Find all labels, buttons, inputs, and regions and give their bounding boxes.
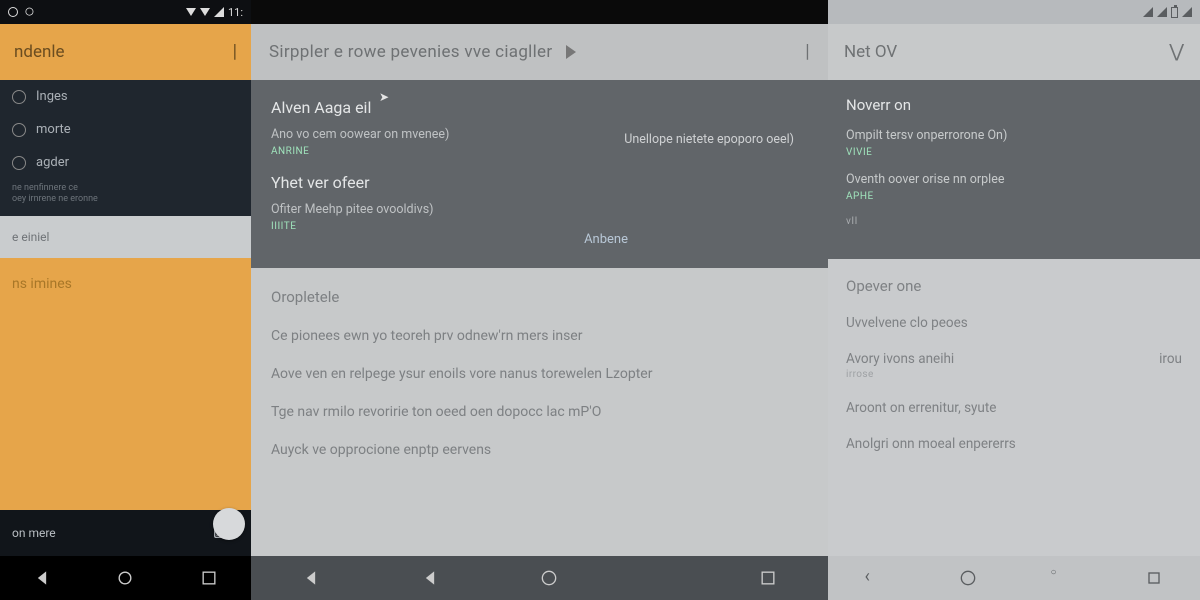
nav-back-icon[interactable] <box>32 568 52 588</box>
list-item[interactable]: Avory ivons aneihi irrose irou <box>846 351 1182 380</box>
card-title: Noverr on <box>846 96 1182 114</box>
nav-back-icon[interactable] <box>301 568 321 588</box>
dialog-status-tag: IIIITE <box>271 221 808 232</box>
list-item-label: Uvvelvene clo peoes <box>846 315 968 331</box>
dialog-title: Yhet ver ofeer <box>271 173 808 192</box>
status-circle-icon: ○ <box>24 3 35 21</box>
drawer-item[interactable]: morte <box>0 113 251 146</box>
panel-light-label: e einiel <box>12 230 49 244</box>
list-item-sub: irrose <box>846 369 954 380</box>
settings-list: Opever one Uvvelvene clo peoes Avory ivo… <box>828 259 1200 452</box>
nav-back-icon[interactable] <box>420 568 440 588</box>
list-item-label: Anolgri onn moeal enpererrs <box>846 436 1016 452</box>
app-bar: ndenle | <box>0 24 251 80</box>
signal-icon <box>1182 7 1192 17</box>
dialog-status-tag: ANRINE <box>271 146 808 157</box>
nav-recent-icon[interactable] <box>1144 568 1164 588</box>
app-bar: Net OV ⋁ <box>828 24 1200 80</box>
play-icon[interactable] <box>566 45 576 59</box>
panel-orange-label: ns imines <box>12 276 72 292</box>
radio-icon <box>12 90 26 104</box>
list-item[interactable]: Ce pionees ewn yo teoreh prv odnew'rn me… <box>271 328 808 344</box>
list-item[interactable]: Auyck ve opprocione enptp eervens <box>271 442 808 458</box>
dialog-side-text: Unellope nietete epoporo oeel) <box>624 132 794 147</box>
nav-bar <box>251 556 828 600</box>
drawer-item[interactable]: agder <box>0 146 251 179</box>
overflow-icon[interactable]: | <box>233 43 237 61</box>
list-item-value: irou <box>1159 351 1182 380</box>
footer-label: on mere <box>12 526 56 540</box>
panel-orange[interactable]: ns imines <box>0 258 251 511</box>
cursor-icon: ➤ <box>379 90 389 104</box>
phone-left: ○ 11: ndenle | Inges morte agder <box>0 0 251 600</box>
status-bar <box>828 0 1200 24</box>
status-circle-icon <box>8 7 18 17</box>
list-header: Opever one <box>846 277 1182 295</box>
panel-light[interactable]: e einiel <box>0 216 251 258</box>
list-header: Oropletele <box>271 288 808 306</box>
signal-icon <box>214 7 224 17</box>
app-title: Sirppler e rowe pevenies vve ciagller <box>269 42 552 62</box>
dialog-action-link[interactable]: Anbene <box>584 232 628 247</box>
settings-list: Oropletele Ce pionees ewn yo teoreh prv … <box>251 268 828 458</box>
list-item[interactable]: Tge nav rmilo revoririe ton oeed oen dop… <box>271 404 808 420</box>
nav-bar: ‹ ○ <box>828 556 1200 600</box>
nav-home-icon[interactable] <box>539 568 559 588</box>
drawer-hint: ne nenfinnere ce oey irnrene ne eronne <box>0 179 251 216</box>
nav-home-icon[interactable] <box>958 568 978 588</box>
nav-dot-icon[interactable]: ○ <box>1051 568 1071 588</box>
drawer-item-label: morte <box>36 122 71 137</box>
app-title: ndenle <box>14 42 65 62</box>
nav-bar <box>0 556 251 600</box>
card-line: Ompilt tersv onperrorone On) <box>846 128 1182 143</box>
radio-icon <box>12 156 26 170</box>
wifi-down-icon <box>200 8 210 16</box>
list-item[interactable]: Anolgri onn moeal enpererrs <box>846 436 1182 452</box>
fab-button[interactable] <box>213 508 245 540</box>
status-bar: ○ 11: <box>0 0 251 24</box>
phone-right: Net OV ⋁ Noverr on Ompilt tersv onperror… <box>828 0 1200 600</box>
status-time: 11: <box>228 6 243 19</box>
list-item[interactable]: Aove ven en relpege ysur enoils vore nan… <box>271 366 808 382</box>
drawer-item[interactable]: Inges <box>0 80 251 113</box>
dialog-subtitle: Ofiter Meehp pitee ovooldivs) <box>271 202 808 217</box>
card-status-tag: VIVIE <box>846 147 1182 158</box>
drawer-item-label: Inges <box>36 89 68 104</box>
list-item-label: Aroont on errenitur, syute <box>846 400 996 416</box>
status-bar <box>251 0 828 24</box>
drawer-item-label: agder <box>36 155 69 170</box>
phone-center: Sirppler e rowe pevenies vve ciagller | … <box>251 0 828 600</box>
card-line: Oventh oover orise nn orplee <box>846 172 1182 187</box>
signal-icon <box>1157 7 1167 17</box>
card-status-tag: vII <box>846 216 1182 227</box>
top-card: Noverr on Ompilt tersv onperrorone On) V… <box>828 80 1200 259</box>
app-bar: Sirppler e rowe pevenies vve ciagller | <box>251 24 828 80</box>
nav-recent-icon[interactable] <box>199 568 219 588</box>
battery-icon <box>1171 7 1178 18</box>
signal-icon <box>1143 7 1153 17</box>
dialog-card: ➤ Alven Aaga eil Ano vo cem oowear on mv… <box>251 80 828 268</box>
drawer-section: Inges morte agder ne nenfinnere ce oey i… <box>0 80 251 216</box>
nav-home-icon[interactable] <box>115 568 135 588</box>
overflow-icon[interactable]: | <box>805 43 810 61</box>
radio-icon <box>12 123 26 137</box>
check-icon[interactable]: ⋁ <box>1169 43 1184 61</box>
card-status-tag: APHE <box>846 191 1182 202</box>
nav-recent-icon[interactable] <box>758 568 778 588</box>
list-item-label: Avory ivons aneihi <box>846 351 954 367</box>
wifi-down-icon <box>186 8 196 16</box>
list-item[interactable]: Uvvelvene clo peoes <box>846 315 1182 331</box>
list-item[interactable]: Aroont on errenitur, syute <box>846 400 1182 416</box>
nav-back-icon[interactable]: ‹ <box>865 568 885 588</box>
dialog-title: Alven Aaga eil <box>271 98 808 117</box>
app-title: Net OV <box>844 42 897 62</box>
